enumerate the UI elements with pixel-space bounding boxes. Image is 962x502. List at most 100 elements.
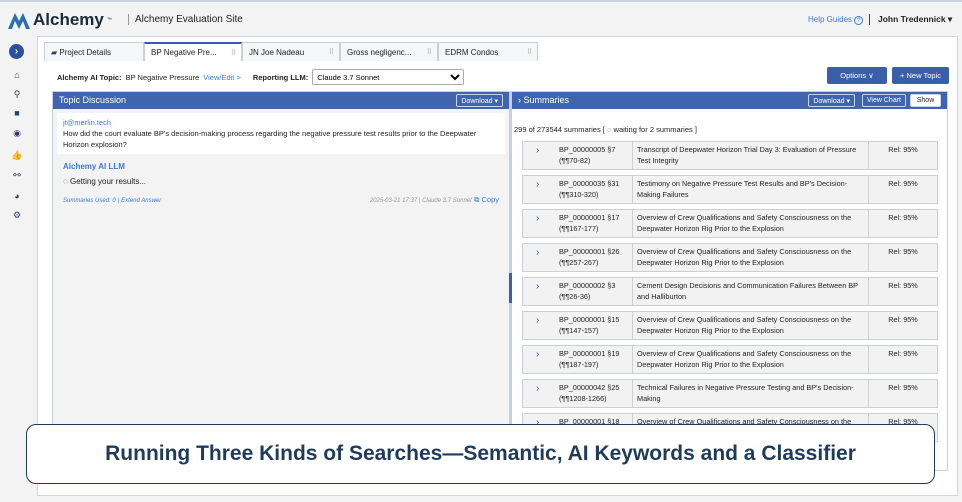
summary-list: › BP_00000005 §7 (¶¶70-82) Transcript of … (494, 141, 947, 442)
folder-icon[interactable]: ■ (11, 107, 23, 119)
thumbs-up-icon[interactable]: 👍 (11, 149, 23, 161)
expand-chevron-icon[interactable]: › (523, 278, 559, 305)
tab-edrm-condos[interactable]: EDRM Condos ⠿ (438, 42, 538, 61)
summary-id-cell: BP_00000002 §3 (¶¶26-36) (559, 278, 633, 305)
ai-author: Alchemy AI LLM (63, 162, 125, 171)
summary-id-cell: BP_00000042 §25 (¶¶1208-1266) (559, 380, 633, 407)
tab-bp-negative-pressure[interactable]: BP Negative Pre... ⠿ (144, 42, 242, 61)
topic-discussion-panel: Topic Discussion Download ▾ jt@merlin.te… (52, 91, 510, 471)
llm-select[interactable]: Claude 3.7 Sonnet (312, 69, 465, 85)
expand-chevron-icon[interactable]: › (523, 346, 559, 373)
search-icon[interactable]: ⚲ (11, 88, 23, 100)
download-button[interactable]: Download ▾ (456, 94, 503, 107)
sidebar-toggle-icon[interactable]: › (9, 44, 24, 59)
summary-row[interactable]: › BP_00000001 §26 (¶¶257-267) Overview of… (522, 243, 938, 272)
spinner-icon: ◌ (606, 125, 612, 134)
summary-id-cell: BP_00000001 §15 (¶¶147-157) (559, 312, 633, 339)
expand-chevron-icon[interactable]: › (523, 312, 559, 339)
chat-icon[interactable]: ◉ (11, 127, 23, 139)
chevron-right-icon[interactable]: › (518, 95, 521, 105)
tab-label: EDRM Condos (445, 47, 499, 57)
copy-icon: ⧉ (474, 195, 480, 204)
summary-row[interactable]: › BP_00000001 §15 (¶¶147-157) Overview of… (522, 311, 938, 340)
llm-label: Reporting LLM: (252, 72, 309, 82)
summaries-header: › Summaries Download ▾ View Chart Show (512, 92, 947, 109)
summaries-used-link[interactable]: Summaries Used: 0 | (63, 198, 119, 204)
extend-answer-link[interactable]: Extend Answer (121, 198, 161, 204)
summary-row[interactable]: › BP_00000035 §31 (¶¶310-320) Testimony o… (522, 175, 938, 204)
briefcase-icon: ▰ (51, 47, 58, 57)
new-topic-button[interactable]: + New Topic (892, 67, 949, 84)
summary-title: Testimony on Negative Pressure Test Resu… (633, 176, 869, 203)
summary-row[interactable]: › BP_00000001 §17 (¶¶167-177) Overview of… (522, 209, 938, 238)
drag-handle-icon[interactable]: ⠿ (527, 48, 532, 56)
expand-chevron-icon[interactable]: › (523, 380, 559, 407)
relevance: Rel: 95% (888, 383, 918, 392)
summary-id: BP_00000035 §31 (559, 179, 620, 188)
link-icon[interactable]: ⚯ (11, 169, 23, 181)
summary-id-cell: BP_00000035 §31 (¶¶310-320) (559, 176, 633, 203)
summary-paragraphs: (¶¶310-320) (559, 190, 599, 199)
summary-paragraphs: (¶¶147-157) (559, 326, 599, 335)
expand-chevron-icon[interactable]: › (523, 176, 559, 203)
relevance: Rel: 95% (888, 349, 918, 358)
tab-project-details[interactable]: ▰ Project Details (44, 42, 144, 61)
relevance: Rel: 95% (888, 281, 918, 290)
summary-row[interactable]: › BP_00000002 §3 (¶¶26-36) Cement Design … (522, 277, 938, 306)
options-button[interactable]: Options ∨ (827, 67, 887, 84)
home-icon[interactable]: ⌂ (11, 69, 23, 81)
tab-joe-nadeau[interactable]: JN Joe Nadeau ⠿ (242, 42, 340, 61)
app-header: Alchemy ™ Alchemy Evaluation Site Help Gu… (0, 0, 962, 36)
summary-row[interactable]: › BP_00000005 §7 (¶¶70-82) Transcript of … (522, 141, 938, 170)
waiting-text: waiting for 2 summaries ] (613, 125, 697, 134)
show-button[interactable]: Show (910, 94, 941, 107)
download-button[interactable]: Download ▾ (808, 94, 855, 107)
tab-label: BP Negative Pre... (151, 48, 217, 57)
summary-id: BP_00000001 §17 (559, 213, 620, 222)
expand-chevron-icon[interactable]: › (523, 142, 559, 169)
summary-row[interactable]: › BP_00000001 §19 (¶¶187-197) Overview of… (522, 345, 938, 374)
summary-id-cell: BP_00000005 §7 (¶¶70-82) (559, 142, 633, 169)
summary-title: Technical Failures in Negative Pressure … (633, 380, 869, 407)
summary-id: BP_00000001 §26 (559, 247, 620, 256)
response-meta: 2025-03-21 17:37 | Claude 3.7 Sonnet (369, 198, 472, 204)
site-name: Alchemy Evaluation Site (128, 14, 243, 25)
expand-chevron-icon[interactable]: › (523, 244, 559, 271)
panel-title: Topic Discussion (59, 95, 127, 105)
caret-down-icon: ▾ (947, 14, 953, 24)
ai-response: Alchemy AI LLM ◌ Getting your results...… (53, 154, 509, 424)
topic-row: Alchemy AI Topic: BP Negative Pressure V… (57, 69, 465, 85)
drag-handle-icon[interactable]: ⠿ (329, 48, 334, 56)
relevance: Rel: 95% (888, 179, 918, 188)
gear-icon[interactable]: ⚙ (11, 209, 23, 221)
spinner-icon: ◌ (63, 177, 68, 186)
tab-label: JN Joe Nadeau (249, 47, 305, 57)
drag-handle-icon[interactable]: ⠿ (427, 48, 432, 56)
logo-text: Alchemy (33, 10, 104, 29)
help-guides-link[interactable]: Help Guides ? (808, 15, 864, 25)
summary-title: Overview of Crew Qualifications and Safe… (633, 312, 869, 339)
summary-id: BP_00000001 §15 (559, 315, 620, 324)
summary-title: Transcript of Deepwater Horizon Trial Da… (633, 142, 869, 169)
summary-paragraphs: (¶¶257-267) (559, 258, 599, 267)
summary-paragraphs: (¶¶70-82) (559, 156, 591, 165)
drag-handle-icon[interactable]: ⠿ (231, 49, 236, 57)
relevance: Rel: 95% (888, 315, 918, 324)
logo-tm: ™ (106, 17, 112, 23)
relevance: Rel: 95% (888, 145, 918, 154)
chart-pie-icon[interactable]: ◕ (11, 190, 23, 202)
summary-title: Overview of Crew Qualifications and Safe… (633, 346, 869, 373)
alchemy-logo[interactable]: Alchemy ™ (8, 10, 112, 30)
view-chart-button[interactable]: View Chart (861, 94, 906, 107)
summary-row[interactable]: › BP_00000042 §25 (¶¶1208-1266) Technical… (522, 379, 938, 408)
discussion-header: Topic Discussion Download ▾ (53, 92, 509, 109)
expand-chevron-icon[interactable]: › (523, 210, 559, 237)
user-menu[interactable]: John Tredennick ▾ (869, 14, 952, 25)
summary-id: BP_00000042 §25 (559, 383, 620, 392)
status-text: Getting your results... (70, 177, 147, 186)
tab-gross-negligence[interactable]: Gross negligenc... ⠿ (340, 42, 438, 61)
summary-id: BP_00000001 §19 (559, 349, 620, 358)
summary-paragraphs: (¶¶167-177) (559, 224, 599, 233)
view-edit-link[interactable]: View/Edit > (203, 73, 241, 82)
summaries-panel: › Summaries Download ▾ View Chart Show 2… (510, 91, 948, 471)
